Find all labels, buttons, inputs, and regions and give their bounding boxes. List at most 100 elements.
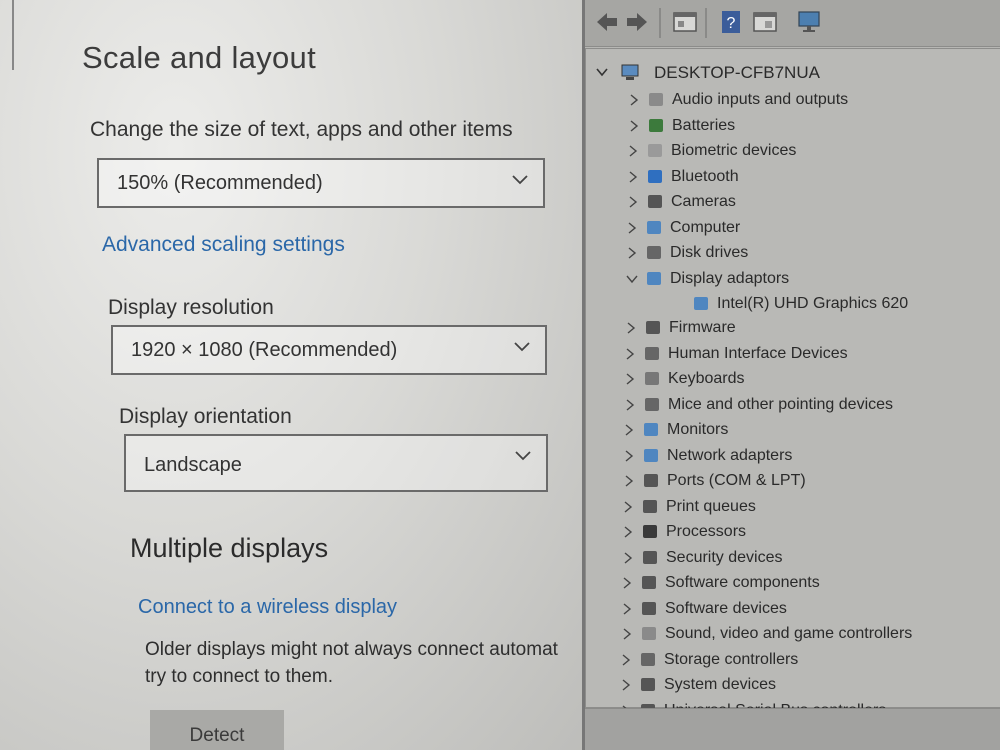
- chevron-right-icon[interactable]: [626, 246, 638, 260]
- resolution-value: 1920 × 1080 (Recommended): [131, 339, 398, 361]
- tree-item-label: Processors: [666, 523, 747, 540]
- chevron-right-icon[interactable]: [626, 221, 638, 235]
- tree-item-label: Sound, video and game controllers: [665, 625, 913, 642]
- fingerprint-icon: [648, 144, 662, 157]
- tree-item-label: Computer: [670, 218, 741, 236]
- chevron-right-icon[interactable]: [623, 474, 635, 488]
- tree-item-label: System devices: [664, 676, 777, 693]
- properties-icon[interactable]: [671, 8, 699, 36]
- toolbar: ?: [585, 0, 1000, 47]
- storage-icon: [641, 652, 655, 666]
- tree-item-label: Bluetooth: [671, 167, 739, 185]
- device-manager-window: ? DESKTOP-CFB7NUA Audio inputs and outpu…: [582, 0, 1000, 750]
- tree-item-label: Disk drives: [670, 244, 749, 261]
- older-displays-text: Older displays might not always connect …: [145, 636, 558, 690]
- chevron-right-icon[interactable]: [624, 372, 636, 386]
- chevron-right-icon[interactable]: [628, 93, 640, 107]
- help-icon[interactable]: ?: [717, 8, 745, 36]
- toolbar-separator: [705, 8, 707, 38]
- monitor-icon[interactable]: [795, 8, 823, 36]
- chevron-right-icon[interactable]: [625, 321, 637, 335]
- scale-layout-heading: Scale and layout: [82, 40, 317, 75]
- root-label: DESKTOP-CFB7NUA: [654, 63, 820, 82]
- chevron-right-icon[interactable]: [628, 119, 640, 133]
- tree-item-label: Print queues: [666, 497, 756, 515]
- chevron-right-icon[interactable]: [620, 653, 632, 667]
- tree-item-label: Biometric devices: [671, 142, 797, 159]
- advanced-scaling-link[interactable]: Advanced scaling settings: [102, 233, 345, 257]
- tree-item-label: Keyboards: [668, 370, 745, 387]
- tree-item-label: Cameras: [671, 193, 736, 210]
- wireless-display-link[interactable]: Connect to a wireless display: [138, 596, 397, 619]
- speaker-icon: [649, 93, 663, 106]
- resolution-label: Display resolution: [108, 296, 274, 319]
- chevron-right-icon[interactable]: [624, 347, 636, 361]
- device-tree: DESKTOP-CFB7NUA Audio inputs and outputs…: [585, 48, 1000, 719]
- chevron-down-icon[interactable]: [596, 65, 608, 79]
- chevron-right-icon[interactable]: [621, 602, 633, 616]
- battery-icon: [649, 118, 663, 132]
- chevron-down-icon[interactable]: [626, 272, 638, 286]
- processor-icon: [643, 525, 657, 538]
- tree-item-label: Display adaptors: [670, 269, 790, 287]
- software-icon: [642, 601, 656, 615]
- multiple-displays-heading: Multiple displays: [130, 533, 329, 563]
- chevron-right-icon[interactable]: [621, 576, 633, 590]
- disk-icon: [647, 246, 661, 259]
- chip-icon: [646, 321, 660, 334]
- display-adapter-icon: [694, 297, 708, 310]
- svg-text:?: ?: [727, 15, 736, 32]
- detect-button[interactable]: Detect: [150, 710, 284, 750]
- chevron-right-icon[interactable]: [624, 398, 636, 412]
- horizontal-scrollbar[interactable]: [585, 708, 1000, 750]
- back-arrow-icon[interactable]: [593, 8, 621, 36]
- tree-item-label: Mice and other pointing devices: [668, 395, 894, 413]
- chevron-right-icon[interactable]: [622, 500, 634, 514]
- older-displays-line1: Older displays might not always connect …: [145, 639, 558, 660]
- tree-item-label: Software components: [665, 574, 820, 591]
- chevron-right-icon[interactable]: [620, 678, 632, 692]
- scale-label: Change the size of text, apps and other …: [90, 118, 513, 141]
- tree-item-label: Storage controllers: [664, 650, 799, 668]
- monitor-icon: [644, 423, 658, 436]
- tree-item-label: Security devices: [666, 548, 783, 566]
- chevron-right-icon[interactable]: [627, 144, 639, 158]
- software-icon: [642, 576, 656, 589]
- window-edge: [0, 0, 14, 70]
- display-adapter-icon: [647, 271, 661, 285]
- forward-arrow-icon[interactable]: [623, 8, 651, 36]
- chevron-down-icon: [512, 175, 528, 185]
- chevron-right-icon[interactable]: [627, 195, 639, 209]
- chevron-right-icon[interactable]: [623, 423, 635, 437]
- chevron-down-icon: [514, 342, 530, 352]
- network-icon: [644, 448, 658, 462]
- tree-item-label: Network adapters: [667, 446, 793, 464]
- computer-icon: [621, 64, 639, 80]
- tree-item-label: Monitors: [667, 421, 729, 438]
- tree-item-label: Ports (COM & LPT): [667, 472, 806, 489]
- port-icon: [644, 474, 658, 487]
- tree-item-label: Human Interface Devices: [668, 344, 848, 362]
- bluetooth-icon: [648, 169, 662, 183]
- scale-value: 150% (Recommended): [117, 172, 323, 194]
- older-displays-line2: try to connect to them.: [145, 666, 333, 687]
- chevron-down-icon: [515, 451, 531, 461]
- chevron-right-icon[interactable]: [627, 170, 639, 184]
- update-driver-icon[interactable]: [751, 8, 779, 36]
- speaker-icon: [642, 627, 656, 640]
- toolbar-separator: [659, 8, 661, 38]
- chevron-right-icon[interactable]: [623, 449, 635, 463]
- resolution-dropdown[interactable]: 1920 × 1080 (Recommended): [111, 325, 547, 375]
- orientation-value: Landscape: [144, 454, 242, 476]
- display-settings-pane: Scale and layout Change the size of text…: [0, 0, 586, 750]
- tree-item-label: Intel(R) UHD Graphics 620: [717, 295, 909, 312]
- tree-item-label: Firmware: [669, 319, 736, 336]
- tree-item-label: Software devices: [665, 599, 787, 617]
- chevron-right-icon[interactable]: [621, 627, 633, 641]
- orientation-dropdown[interactable]: Landscape: [124, 434, 548, 492]
- scale-dropdown[interactable]: 150% (Recommended): [97, 158, 545, 208]
- hid-icon: [645, 346, 659, 360]
- chevron-right-icon[interactable]: [622, 525, 634, 539]
- orientation-label: Display orientation: [119, 405, 292, 428]
- chevron-right-icon[interactable]: [622, 551, 634, 565]
